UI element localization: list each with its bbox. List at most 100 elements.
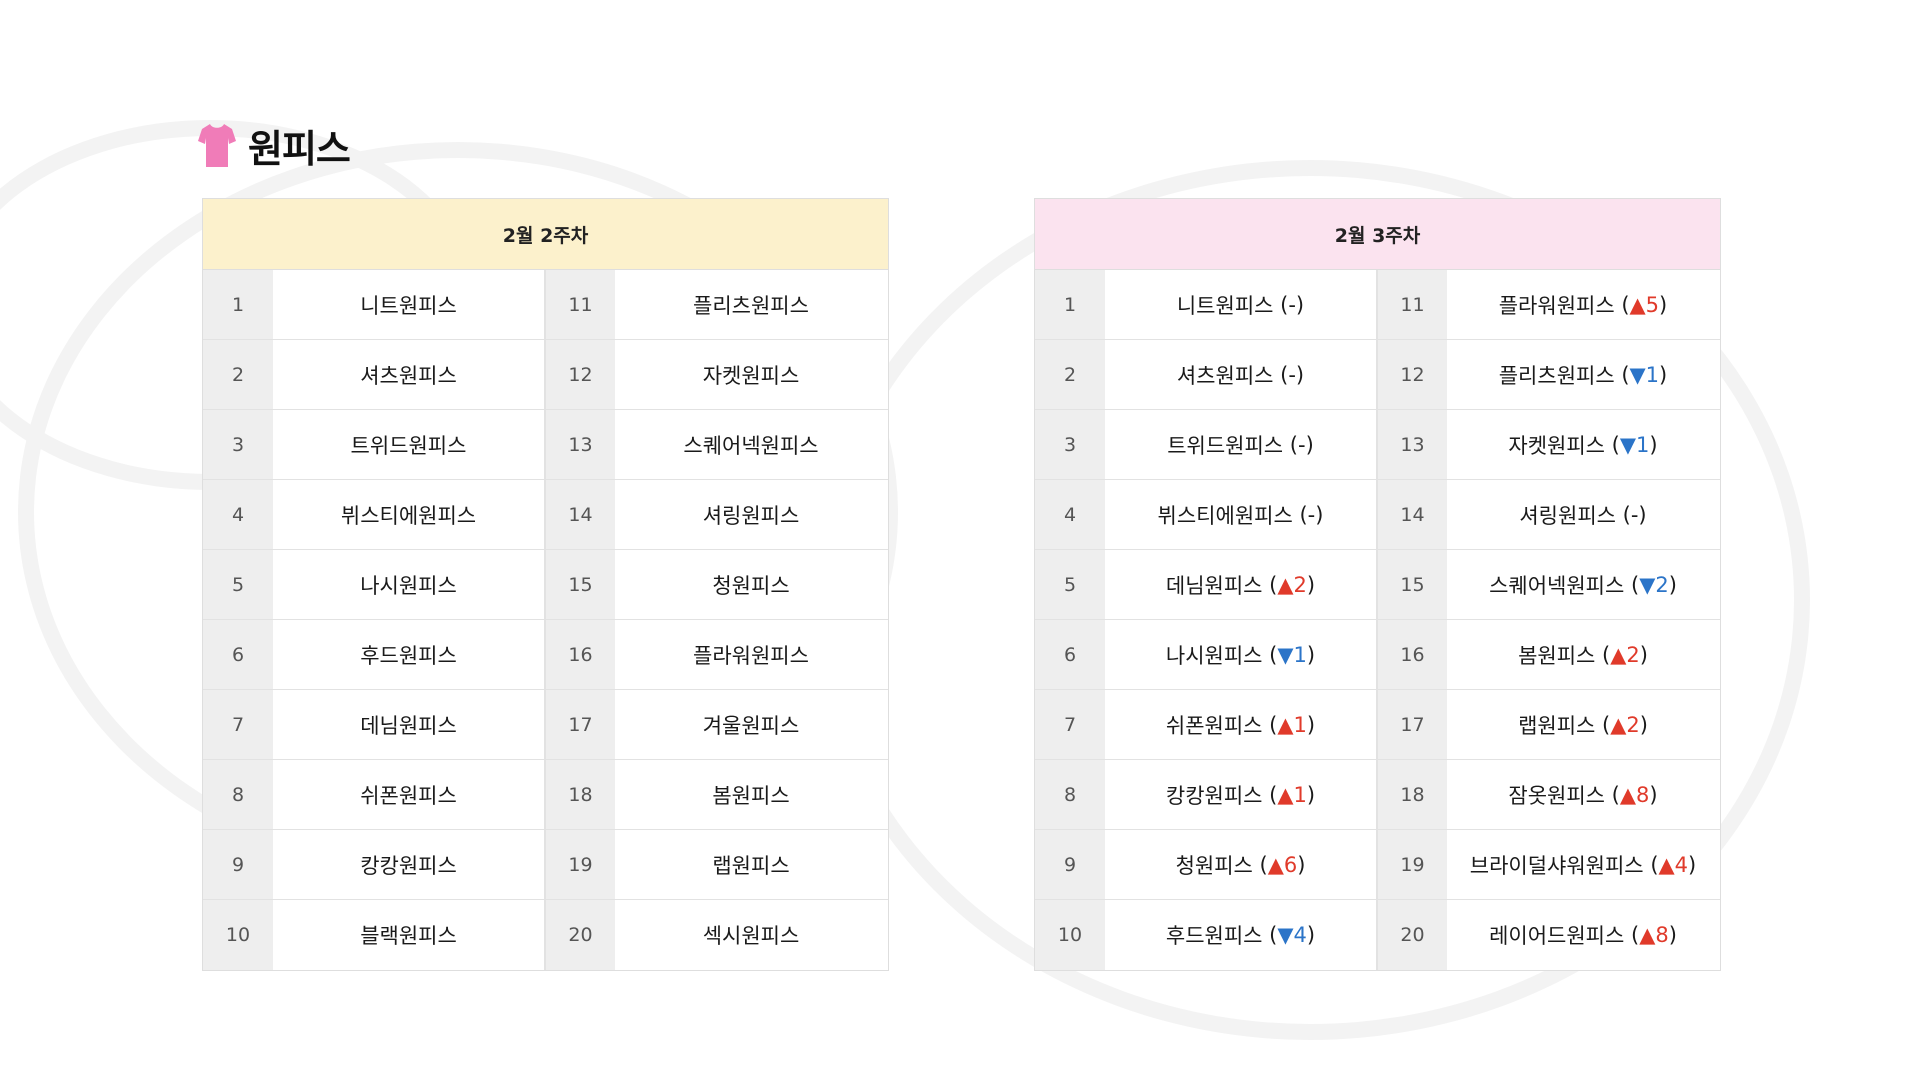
item-name: 후드원피스 [1165, 924, 1263, 948]
rank-number: 20 [1377, 900, 1447, 970]
item-name-cell: 셔츠원피스 [273, 340, 545, 409]
item-name-cell: 데님원피스 [273, 690, 545, 759]
item-name: 데님원피스 [360, 713, 457, 738]
table-row: 5 나시원피스 15 청원피스 [203, 550, 888, 620]
rank-number: 7 [203, 690, 273, 759]
item-name-cell: 봄원피스 [615, 760, 887, 829]
item-name-cell: 니트원피스 [273, 270, 545, 339]
item-name: 랩원피스 [712, 853, 790, 878]
rank-number: 5 [1035, 550, 1105, 619]
item-name-cell: 스퀘어넥원피스 [615, 410, 887, 479]
rank-change: ▲2 [1610, 642, 1640, 667]
item-name-cell: 자켓원피스 [615, 340, 887, 409]
item-name: 플라워원피스 [1498, 293, 1615, 318]
item-name: 니트원피스 [360, 293, 457, 318]
item-name-cell: 랩원피스 [615, 830, 887, 899]
item-name-cell: 트위드원피스 [273, 410, 545, 479]
item-name: 청원피스 [712, 573, 790, 598]
item-name: 플라워원피스 [693, 643, 809, 668]
item-name: 셔링원피스 [702, 503, 800, 528]
item-name-cell: 레이어드원피스 (▲8) [1447, 900, 1719, 970]
ranking-table-week-right: 2월 3주차 1 니트원피스 (-) 11 플라워원피스 (▲5) 2 셔츠원피스 (-)… [1034, 198, 1721, 971]
item-name: 블랙원피스 [360, 924, 457, 948]
item-name: 트위드원피스 [1167, 433, 1284, 458]
item-name: 잠옷원피스 [1508, 783, 1605, 808]
item-name: 겨울원피스 [702, 713, 800, 738]
item-name: 니트원피스 [1176, 293, 1274, 318]
item-name: 셔츠원피스 [360, 363, 457, 388]
rank-number: 19 [1377, 830, 1447, 899]
item-name-cell: 셔츠원피스 (-) [1105, 340, 1377, 409]
item-name-cell: 뷔스티에원피스 [273, 480, 545, 549]
rank-change: - [1298, 432, 1306, 457]
ranking-page: 원피스 2월 2주차 1 니트원피스 11 플리츠원피스 2 셔츠원피스 12 자켓원피스 3 트… [0, 0, 1920, 1080]
rank-number: 7 [1035, 690, 1105, 759]
table-row: 1 니트원피스 (-) 11 플라워원피스 (▲5) [1035, 270, 1720, 340]
rank-number: 17 [1377, 690, 1447, 759]
rank-number: 10 [1035, 900, 1105, 970]
item-name-cell: 나시원피스 (▼1) [1105, 620, 1377, 689]
page-title: 원피스 [248, 127, 351, 171]
rank-number: 8 [203, 760, 273, 829]
rank-number: 16 [545, 620, 615, 689]
table-row: 7 데님원피스 17 겨울원피스 [203, 690, 888, 760]
item-name: 나시원피스 [360, 573, 457, 598]
rank-number: 11 [545, 270, 615, 339]
item-name: 브라이덜샤워원피스 [1469, 853, 1644, 878]
rank-change: ▲5 [1629, 292, 1660, 317]
page-header: 원피스 [198, 118, 351, 173]
item-name: 섹시원피스 [702, 924, 800, 948]
item-name: 랩원피스 [1518, 713, 1596, 738]
item-name-cell: 플리츠원피스 [615, 270, 887, 339]
item-name-cell: 플리츠원피스 (▼1) [1447, 340, 1719, 409]
rank-change: ▲8 [1619, 782, 1650, 807]
item-name-cell: 랩원피스 (▲2) [1447, 690, 1719, 759]
table-row: 3 트위드원피스 13 스퀘어넥원피스 [203, 410, 888, 480]
rank-number: 4 [1035, 480, 1105, 549]
rank-number: 1 [203, 270, 273, 339]
item-name: 자켓원피스 [702, 363, 800, 388]
rank-change: ▲8 [1639, 923, 1669, 947]
rank-number: 1 [1035, 270, 1105, 339]
rank-number: 16 [1377, 620, 1447, 689]
rank-change: ▲2 [1610, 712, 1640, 737]
rank-change: ▼1 [1277, 642, 1307, 667]
rank-change: ▲2 [1277, 572, 1307, 597]
rank-number: 20 [545, 900, 615, 970]
rank-change: ▲1 [1277, 712, 1307, 737]
item-name: 봄원피스 [712, 783, 790, 808]
rank-number: 2 [1035, 340, 1105, 409]
table-row: 1 니트원피스 11 플리츠원피스 [203, 270, 888, 340]
item-name-cell: 플라워원피스 [615, 620, 887, 689]
table-row: 8 캉캉원피스 (▲1) 18 잠옷원피스 (▲8) [1035, 760, 1720, 830]
rank-number: 10 [203, 900, 273, 970]
rank-number: 14 [1377, 480, 1447, 549]
item-name-cell: 캉캉원피스 [273, 830, 545, 899]
rank-change: ▼1 [1619, 432, 1650, 457]
item-name: 레이어드원피스 [1489, 924, 1625, 948]
item-name: 셔츠원피스 [1176, 363, 1274, 388]
table-row: 5 데님원피스 (▲2) 15 스퀘어넥원피스 (▼2) [1035, 550, 1720, 620]
item-name-cell: 봄원피스 (▲2) [1447, 620, 1719, 689]
item-name-cell: 플라워원피스 (▲5) [1447, 270, 1719, 339]
table-row: 9 청원피스 (▲6) 19 브라이덜샤워원피스 (▲4) [1035, 830, 1720, 900]
week-title: 2월 2주차 [203, 199, 888, 270]
item-name-cell: 자켓원피스 (▼1) [1447, 410, 1719, 479]
rank-number: 17 [545, 690, 615, 759]
rank-change: ▲4 [1658, 852, 1689, 877]
item-name: 데님원피스 [1165, 573, 1263, 598]
rank-number: 18 [545, 760, 615, 829]
rank-change: ▲6 [1267, 852, 1298, 877]
item-name: 뷔스티에원피스 [1157, 503, 1293, 528]
item-name-cell: 셔링원피스 [615, 480, 887, 549]
item-name-cell: 나시원피스 [273, 550, 545, 619]
item-name: 봄원피스 [1518, 643, 1596, 668]
item-name: 트위드원피스 [350, 433, 467, 458]
rank-number: 8 [1035, 760, 1105, 829]
item-name-cell: 브라이덜샤워원피스 (▲4) [1447, 830, 1719, 899]
table-row: 7 쉬폰원피스 (▲1) 17 랩원피스 (▲2) [1035, 690, 1720, 760]
item-name-cell: 쉬폰원피스 (▲1) [1105, 690, 1377, 759]
item-name: 스퀘어넥원피스 [1489, 573, 1625, 598]
rank-number: 3 [1035, 410, 1105, 479]
rank-number: 2 [203, 340, 273, 409]
